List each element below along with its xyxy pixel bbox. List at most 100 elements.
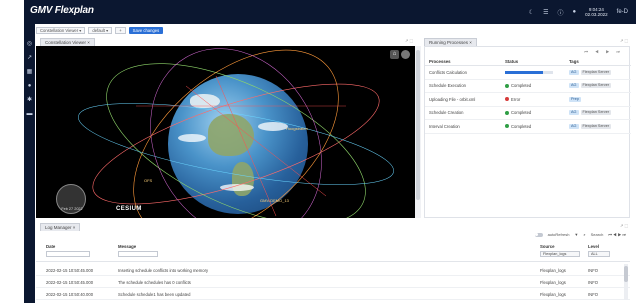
save-button[interactable]: Save changes [128,27,164,34]
globe-nav-icon[interactable]: ◎ [26,41,33,47]
label-gmv-demo: GMV-DEMO_13 [260,198,289,203]
source-filter-select[interactable]: Flexplan_logs [540,251,580,257]
calendar-nav-icon[interactable]: ▦ [26,69,33,75]
status-text: Error [511,96,521,102]
process-name: Conflicts Calculation [429,69,467,75]
column-level[interactable]: Level [588,244,599,249]
home-view-icon[interactable]: ⌂ [390,50,399,59]
process-tags: AG Flexplan Server [565,83,631,89]
process-tags: AG Flexplan Server [565,69,631,75]
pagination-controls[interactable]: ⏮ ◀ ▶ ⏭ [584,49,623,54]
running-processes-panel: ⏮ ◀ ▶ ⏭ Processes Status Tags Conflicts … [424,46,631,218]
table-row[interactable]: Uploading File - orbit.xml Error Prep [425,93,631,107]
table-row[interactable]: Schedule Creation Completed AG Flexplan S… [425,107,631,120]
column-date[interactable]: Date [46,244,55,249]
success-icon [505,83,509,88]
log-date: 2022-02-15 10:50:45.000 [46,280,94,285]
layout-toolbar: Constellation Viewer ▾ default ▾ + Save … [36,25,164,36]
process-name: Interval Creation [429,123,460,129]
tab-constellation-viewer-label: Constellation Viewer [45,40,86,45]
process-tags: AG Flexplan Server [565,110,631,116]
process-status [501,70,565,74]
log-level: INFO [588,292,599,297]
panel-controls-icon[interactable]: ↗ ⬚ [405,38,413,43]
location-nav-icon[interactable]: ● [26,83,33,89]
settings-nav-icon[interactable]: ✱ [26,97,33,103]
tag: AG [569,123,579,129]
label-hoogstraten: Hoogstraten [286,126,308,131]
panel-controls-icon[interactable]: ↗ ⬚ [620,223,628,228]
level-filter-select[interactable]: ALL [588,251,610,257]
column-status[interactable]: Status [501,59,565,64]
message-filter-input[interactable] [118,251,158,257]
layout-select[interactable]: Constellation Viewer ▾ [36,27,86,34]
success-icon [505,124,509,129]
orbit-overlay [78,48,394,218]
process-name: Schedule Creation [429,110,464,116]
tag: AG [569,69,579,75]
status-text: Completed [511,110,532,116]
table-row[interactable]: Interval Creation Completed AG Flexplan S… [425,120,631,134]
log-date: 2022-02-15 10:50:40.000 [46,292,94,297]
moon-icon[interactable]: ☾ [529,9,534,16]
tag: Flexplan Server [580,123,612,129]
tag: Flexplan Server [580,69,612,75]
add-button[interactable]: + [115,27,126,34]
user-label[interactable]: fe-D [617,9,628,15]
table-row[interactable]: 2022-02-15 10:50:40.000 Schedule schedul… [36,289,630,300]
tab-log-manager-label: Log Manager [45,225,72,230]
process-status: Completed [501,124,565,129]
cesium-logo: CESIUM [116,206,142,212]
status-text: Completed [511,83,532,89]
column-processes[interactable]: Processes [425,59,501,64]
tag: AG [569,83,579,89]
tab-log-manager[interactable]: Log Manager × [40,223,81,231]
folder-nav-icon[interactable]: ▬ [26,111,33,117]
progress-bar [505,70,553,74]
table-row[interactable]: 2022-02-15 10:50:45.000 The schedule sch… [36,277,630,288]
globe-viewer[interactable]: Hoogstraten OFS GMV-DEMO_13 ⌂ Feb 27 202… [36,46,415,218]
log-level: INFO [588,268,599,273]
animation-clock-dial[interactable]: Feb 27 2022 [56,184,86,214]
pagination-controls[interactable]: ⏮ ◀ ▶ ⏭ [608,232,626,237]
alerts-icon[interactable]: ● [573,9,577,15]
info-icon[interactable]: ⓘ [557,8,563,17]
top-bar: GMV Flexplan ☾ ☰ ⓘ ● 9:04:24 02.03.2022 … [24,0,636,24]
process-name: Schedule Execution [429,83,467,89]
chart-nav-icon[interactable]: ↗ [26,55,33,61]
error-icon [505,97,509,102]
autorefresh-toggle[interactable] [534,232,543,237]
process-name: Uploading File - orbit.xml [429,96,476,102]
layers-icon[interactable] [401,50,410,59]
table-row[interactable]: Conflicts Calculation AG Flexplan Server [425,66,631,80]
log-source: Flexplan_logs [540,292,566,297]
tab-constellation-viewer[interactable]: Constellation Viewer × [40,38,95,46]
panel-controls-icon[interactable]: ↗ ⬚ [620,38,628,43]
log-scrollbar[interactable] [624,264,628,300]
process-tags: Prep [565,96,631,102]
search-icon[interactable]: ⌕ [583,232,585,237]
column-tags[interactable]: Tags [565,59,631,64]
status-text: Completed [511,123,532,129]
layout-select-value: Constellation Viewer [40,28,79,33]
date-filter-input[interactable] [46,251,90,257]
top-icons: ☾ ☰ ⓘ ● 9:04:24 02.03.2022 fe-D [529,7,628,17]
log-date: 2022-02-15 10:50:45.000 [46,268,94,273]
tab-running-processes[interactable]: Running Processes × [424,38,477,46]
column-message[interactable]: Message [118,244,136,249]
scrollbar-thumb[interactable] [416,50,420,200]
filter-icon[interactable]: ▼ [574,232,578,237]
column-source[interactable]: Source [540,244,555,249]
scrollbar-thumb[interactable] [624,266,628,282]
table-row[interactable]: 2022-02-15 10:50:45.000 Inserting schedu… [36,265,630,276]
app-brand: GMV Flexplan [30,5,94,16]
view-select[interactable]: default ▾ [88,27,113,34]
table-row[interactable]: Schedule Execution Completed AG Flexplan … [425,80,631,93]
menu-icon[interactable]: ☰ [543,9,548,16]
tag: AG [569,110,579,116]
vertical-scrollbar[interactable] [415,46,421,218]
clock-date: Feb 27 2022 [61,207,83,211]
view-select-value: default [92,28,105,33]
label-ofs: OFS [144,178,153,183]
search-label[interactable]: Search [591,232,604,237]
